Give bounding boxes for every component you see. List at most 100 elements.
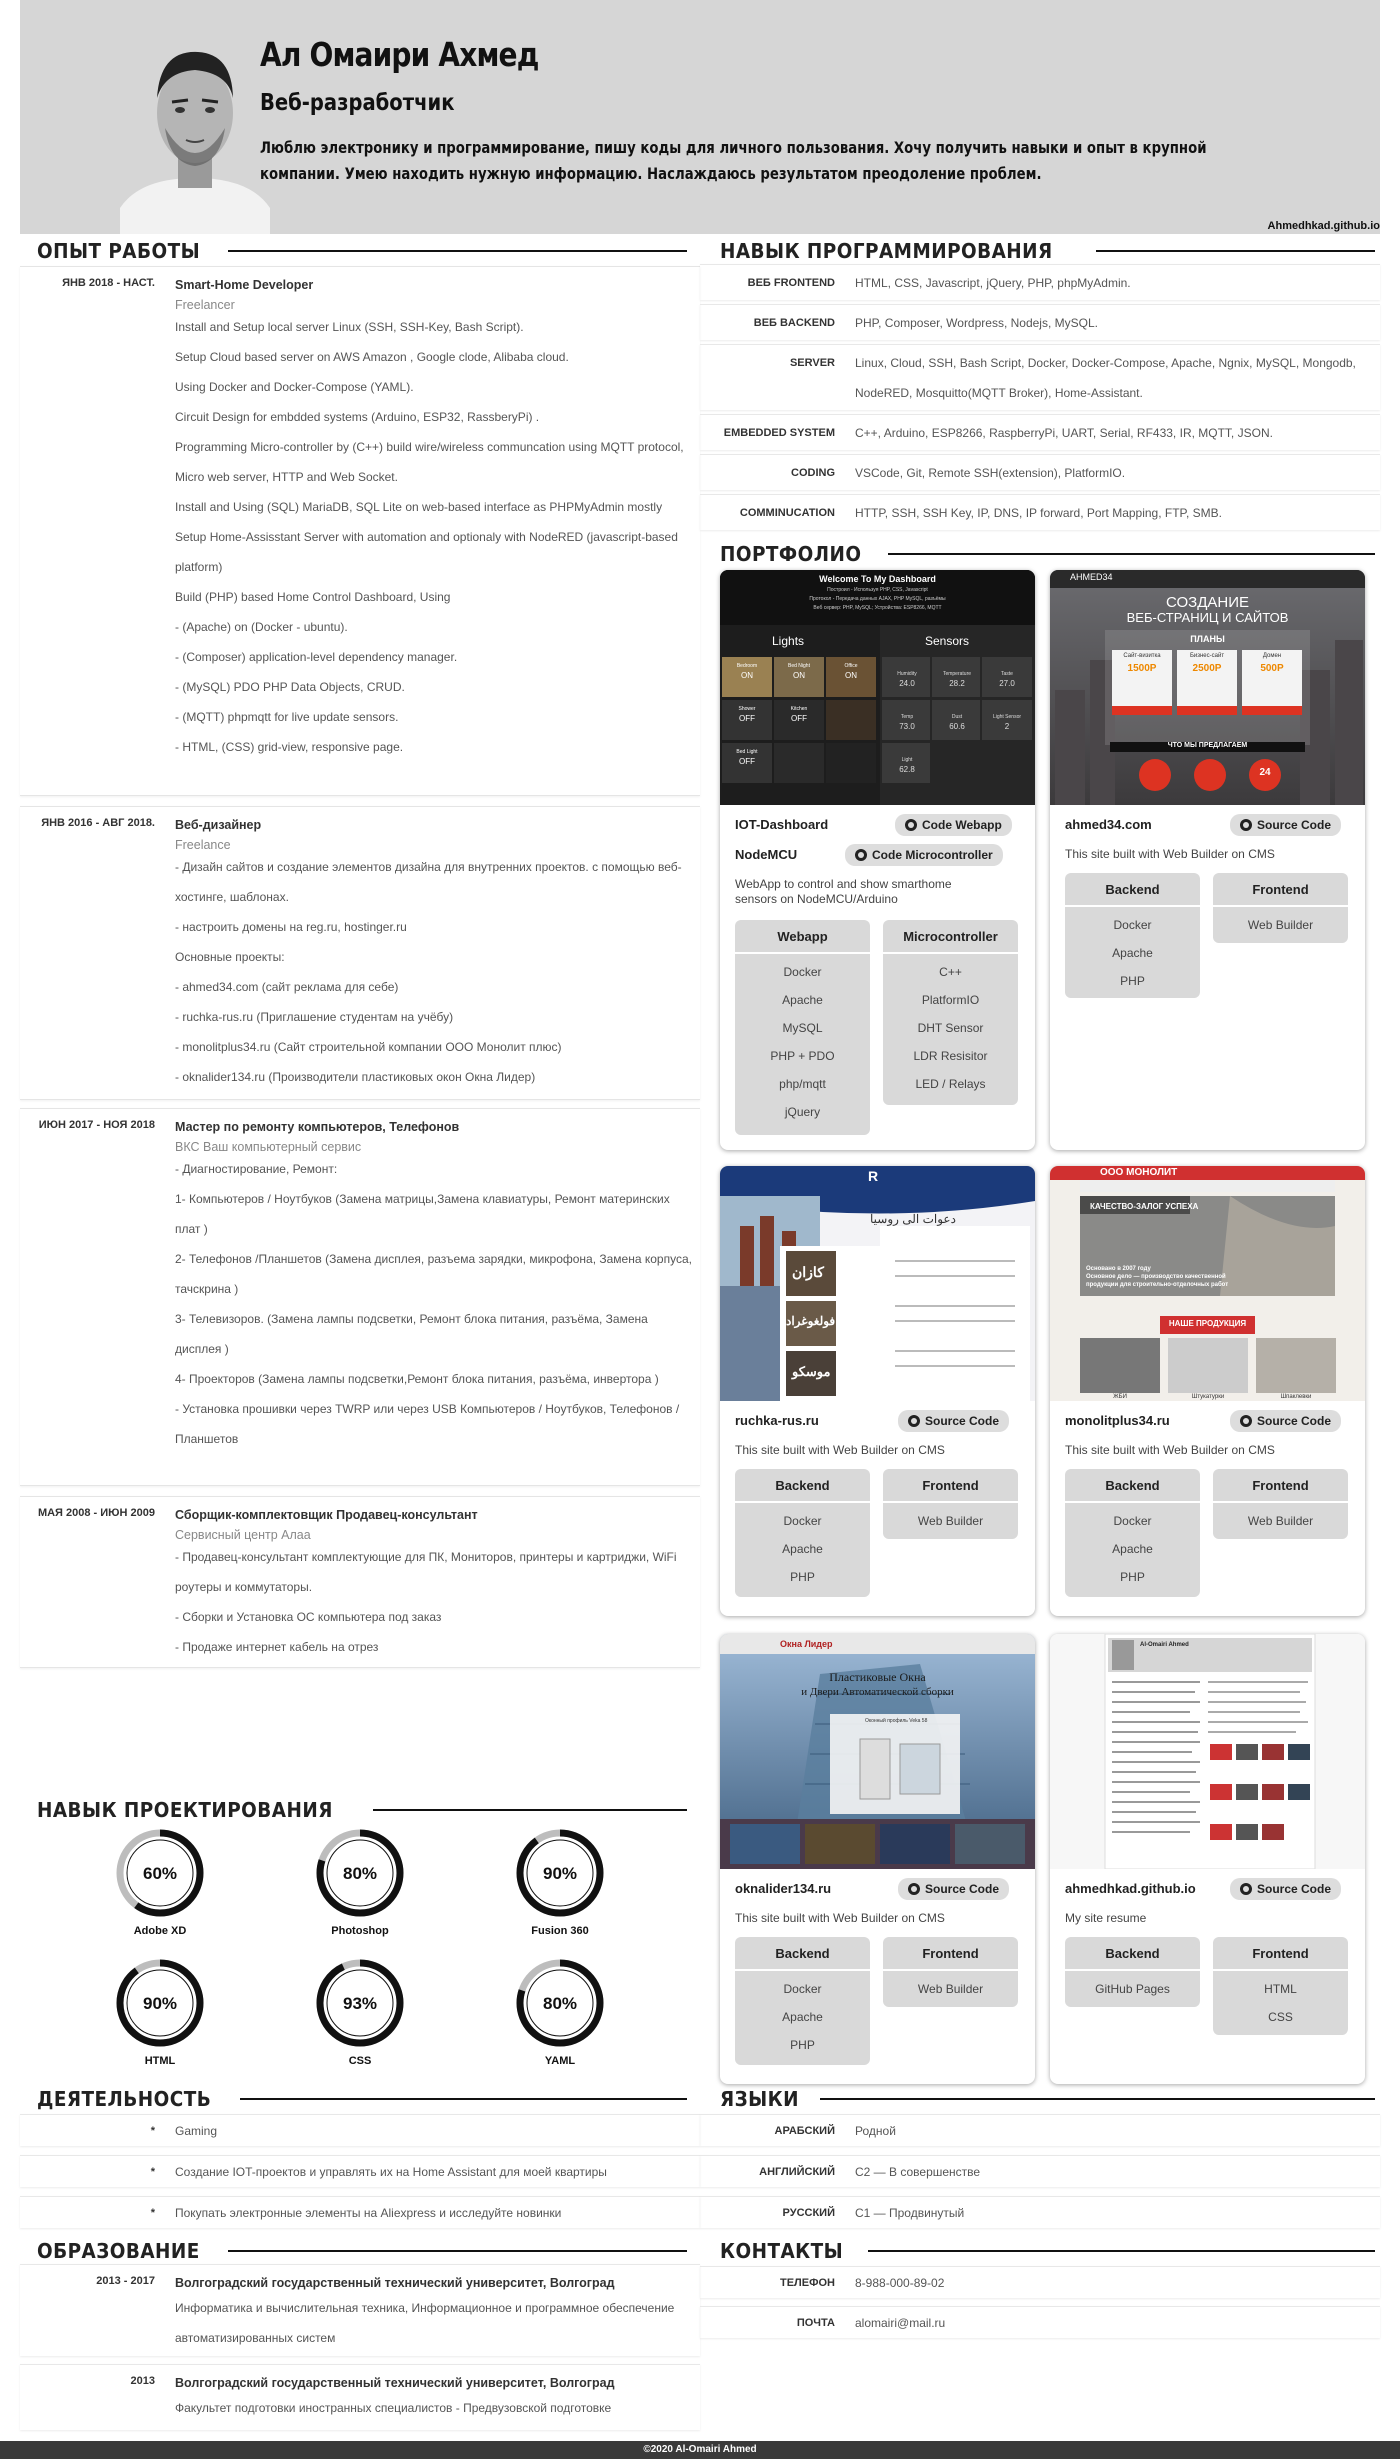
job-line: - HTML, (CSS) grid-view, responsive page… <box>175 740 404 754</box>
source-code-button[interactable]: Source Code <box>1230 1410 1342 1432</box>
job-line: - Продавец-консультант комплектующие для… <box>175 1550 677 1594</box>
section-title-activity: ДЕЯТЕЛЬНОСТЬ <box>37 2086 687 2112</box>
skill-row-communication: COMMINUCATION HTTP, SSH, SSH Key, IP, DN… <box>700 494 1380 530</box>
skill-key: COMMINUCATION <box>739 507 835 519</box>
gauge-ring: 60% <box>116 1829 204 1917</box>
job-line: Circuit Design for embdded systems (Ardu… <box>175 410 540 424</box>
gauge-value: 80% <box>343 1864 377 1883</box>
stack-frontend: Frontend Web Builder <box>883 1937 1018 2007</box>
stack-item: LED / Relays <box>915 1077 986 1091</box>
stack-item: Docker <box>783 1514 822 1528</box>
portfolio-screenshot[interactable]: Al-Omairi Ahmed <box>1050 1634 1365 1870</box>
language-level: C2 — В совершенстве <box>855 2165 981 2179</box>
language-row: РУССКИЙ C1 — Продвинутый <box>700 2196 1380 2228</box>
gauge-label: Photoshop <box>331 1925 389 1937</box>
shot-category: Шпаклевки <box>1280 1394 1312 1400</box>
stack-webapp: Webapp Docker Apache MySQL PHP + PDO php/mqt… <box>735 920 870 1135</box>
skill-value: PHP, Composer, Wordpress, Nodejs, MySQL. <box>855 316 1098 330</box>
shot-sensor-tile: Temp 73.0 <box>899 714 915 731</box>
job-role: Smart-Home Developer <box>175 278 314 292</box>
profile-name: Ал Омаири Ахмед <box>260 35 539 74</box>
job-description: - Продавец-консультант комплектующие для… <box>175 1542 695 1662</box>
shot-light-tile: Bed Night ON <box>788 663 810 680</box>
job-line: 1- Компьютеров / Ноутбуков (Замена матри… <box>175 1192 670 1236</box>
stack-item: Docker <box>1113 1514 1152 1528</box>
skill-gauge: 80% YAML <box>510 1955 610 2067</box>
stack-backend: Backend Docker Apache PHP <box>1065 1469 1200 1597</box>
project-description: This site built with Web Builder on CMS <box>735 1443 945 1457</box>
portfolio-card-ahmed34: AHMED34 СОЗДАНИЕ ВЕБ-СТРАНИЦ И САЙТОВ ПЛ… <box>1050 570 1365 1150</box>
section-title-education: ОБРАЗОВАНИЕ <box>37 2238 687 2264</box>
github-icon <box>1240 1415 1252 1427</box>
stack-frontend: Frontend HTML CSS <box>1213 1937 1348 2035</box>
job-line: - (Composer) application-level dependenc… <box>175 650 458 664</box>
shot-heading: и Двери Автоматической сборки <box>801 1686 954 1698</box>
job-line: Build (PHP) based Home Control Dashboard… <box>175 590 451 604</box>
shot-light-tile: Shower OFF <box>738 706 756 723</box>
profile-site-link[interactable]: Ahmedhkad.github.io <box>1268 220 1380 232</box>
portfolio-card-monolitplus34: ООО МОНОЛИТ КАЧЕСТВО-ЗАЛОГ УСПЕХА Основа… <box>1050 1166 1365 1616</box>
project-description: WebApp to control and show smarthome sen… <box>735 877 952 906</box>
stack-item: Apache <box>1112 1542 1153 1556</box>
phone-value[interactable]: 8-988-000-89-02 <box>855 2276 944 2290</box>
stack-item: PHP <box>1120 974 1145 988</box>
shot-light-tile: Bedroom ON <box>736 663 758 680</box>
source-code-button[interactable]: Source Code <box>898 1878 1010 1900</box>
skill-row-embedded: EMBEDDED SYSTEM C++, Arduino, ESP8266, R… <box>700 414 1380 450</box>
job-item: ИЮН 2017 - НОЯ 2018 Мастер по ремонту ко… <box>20 1108 700 1486</box>
skill-key: CODING <box>791 467 835 479</box>
profile-title: Веб-разработчик <box>260 90 455 116</box>
shot-arabic-city: فولغوغراد <box>786 1314 836 1328</box>
job-line: Setup Home-Assisstant Server with automa… <box>175 530 678 574</box>
portfolio-screenshot[interactable]: R دعوات الى روسيا كازان فولغوغراد موسكو <box>720 1166 1035 1401</box>
stack-item: Docker <box>783 965 822 979</box>
stack-item: DHT Sensor <box>917 1021 984 1035</box>
portfolio-screenshot[interactable]: Окна Лидер Пластиковые Окна и Двери Авто… <box>720 1634 1035 1869</box>
job-line: - Продаже интернет кабель на отрез <box>175 1640 379 1654</box>
source-code-button[interactable]: Source Code <box>1230 1878 1342 1900</box>
source-code-button[interactable]: Source Code <box>898 1410 1010 1432</box>
job-line: 4- Проекторов (Замена лампы подсветки,Ре… <box>175 1372 659 1386</box>
portfolio-screenshot[interactable]: ООО МОНОЛИТ КАЧЕСТВО-ЗАЛОГ УСПЕХА Основа… <box>1050 1166 1365 1401</box>
activity-text: Покупать электронные элементы на Aliexpr… <box>175 2206 562 2220</box>
job-line: - Диагностирование, Ремонт: <box>175 1162 338 1176</box>
job-line: Setup Cloud based server on AWS Amazon ,… <box>175 350 569 364</box>
shot-sensor-tile: Light Sensor 2 <box>992 714 1022 731</box>
stack-item: Docker <box>1113 918 1152 932</box>
gauge-value: 90% <box>543 1864 577 1883</box>
job-line: Programming Micro-controller by (C++) bu… <box>175 440 684 484</box>
language-name: РУССКИЙ <box>782 2207 835 2219</box>
stack-item: Web Builder <box>1247 918 1314 932</box>
shot-sensor-tile: Temperature 28.2 <box>942 671 972 688</box>
stack-item: Web Builder <box>1247 1514 1314 1528</box>
shot-title: Al-Omairi Ahmed <box>1140 1642 1189 1648</box>
portfolio-screenshot[interactable]: Welcome To My Dashboard Построил - Испол… <box>720 570 1035 805</box>
education-item: 2013 Волгоградский государственный техни… <box>20 2364 700 2430</box>
stack-frontend: Frontend Web Builder <box>1213 873 1348 943</box>
portfolio-screenshot[interactable]: AHMED34 СОЗДАНИЕ ВЕБ-СТРАНИЦ И САЙТОВ ПЛ… <box>1050 570 1365 805</box>
source-code-button[interactable]: Source Code <box>1230 814 1342 836</box>
shot-brand: Окна Лидер <box>780 1639 833 1649</box>
activity-text: Gaming <box>175 2124 218 2138</box>
job-line: - Сборки и Установка ОС компьютера под з… <box>175 1610 442 1624</box>
job-item: ЯНВ 2018 - НАСТ. Smart-Home Developer Fr… <box>20 266 700 796</box>
section-title-languages: ЯЗЫКИ <box>720 2086 1375 2112</box>
skill-gauge: 90% HTML <box>110 1955 210 2067</box>
stack-item: PHP + PDO <box>770 1049 835 1063</box>
job-line: - (MQTT) phpmqtt for live update sensors… <box>175 710 399 724</box>
education-years: 2013 - 2017 <box>96 2275 155 2287</box>
portfolio-card-github-resume: Al-Omairi Ahmed ahmedhkad.github.io Sour… <box>1050 1634 1365 2084</box>
shot-sensor-tile: Dust 60.6 <box>949 714 965 731</box>
gauge-label: Adobe XD <box>133 1925 187 1937</box>
section-title-design: НАВЫК ПРОЕКТИРОВАНИЯ <box>37 1797 687 1823</box>
shot-plan-price: 500Р <box>1260 663 1284 674</box>
email-value[interactable]: alomairi@mail.ru <box>855 2316 945 2330</box>
education-program: Информатика и вычислительная техника, Ин… <box>175 2301 675 2345</box>
stack-item: Apache <box>782 993 823 1007</box>
skill-key: ВЕБ BACKEND <box>753 317 835 329</box>
shot-subtitle: Веб сервер: PHP, MySQL; Устройства: ESP8… <box>813 605 942 611</box>
code-microcontroller-button[interactable]: Code Microcontroller <box>845 844 1003 866</box>
shot-plan: Бизнес-сайт <box>1189 653 1225 659</box>
code-webapp-button[interactable]: Code Webapp <box>895 814 1012 836</box>
bullet: * <box>150 2166 155 2178</box>
